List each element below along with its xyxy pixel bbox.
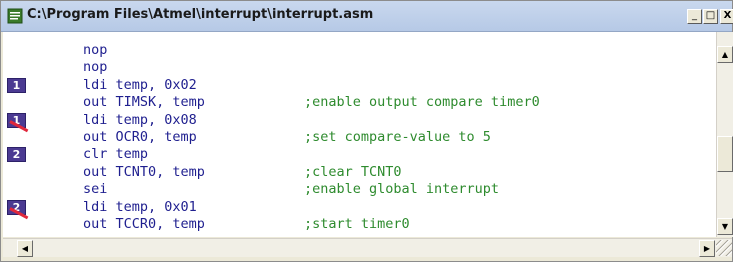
code-text: out TIMSK, temp [83,94,205,111]
arrow-down-icon: ▼ [721,222,729,231]
arrow-left-icon: ◀ [21,244,29,253]
code-text: out TCNT0, temp [83,163,205,180]
code-line: ldi temp, 0x02 [83,77,197,93]
arrow-right-icon: ▶ [703,244,711,253]
code-line: nop [83,59,107,75]
scroll-up-button[interactable]: ▲ [717,46,733,63]
code-text: ldi temp, 0x02 [83,76,197,93]
code-text: sei [83,181,108,198]
window-title: C:\Program Files\Atmel\interrupt\interru… [27,7,374,22]
code-text: out TCCR0, temp [83,216,205,232]
code-text: clr temp [83,146,149,163]
marker-number: 2 [12,148,21,162]
arrow-up-icon: ▲ [721,50,729,59]
vertical-scroll-thumb[interactable] [717,136,733,172]
breakpoint-marker-disabled[interactable]: 1 [7,112,29,132]
maximize-button[interactable]: □ [703,9,718,24]
title-bar[interactable]: C:\Program Files\Atmel\interrupt\interru… [1,1,733,32]
code-text: out OCR0, temp [83,129,197,145]
code-comment: ;set compare-value to 5 [304,129,491,145]
code-editor[interactable]: nop nop ldi temp, 0x02 1 out TIMSK, temp ;ena… [3,32,716,237]
code-text: ldi temp, 0x01 [83,198,197,215]
horizontal-scrollbar[interactable]: ◀ ▶ [3,238,732,257]
code-text: nop [83,59,108,76]
code-line: clr temp [83,146,148,162]
code-line: sei ;enable global interrupt [83,181,499,198]
scroll-right-button[interactable]: ▶ [699,240,715,257]
editor-window: C:\Program Files\Atmel\interrupt\interru… [0,0,733,262]
breakpoint-marker[interactable]: 1 [7,77,26,93]
breakpoint-marker[interactable]: 2 [7,147,26,163]
scroll-left-button[interactable]: ◀ [17,240,33,257]
code-line: nop [83,42,107,58]
document-icon [7,8,23,24]
code-comment: ;start timer0 [304,216,410,232]
code-text: ldi temp, 0x08 [83,111,197,128]
resize-grip-icon[interactable] [716,240,732,256]
code-line: ldi temp, 0x01 [83,199,197,215]
breakpoint-marker-disabled[interactable]: 2 [7,199,29,219]
code-line: out OCR0, temp ;set compare-value to 5 [83,129,491,145]
scroll-down-button[interactable]: ▼ [717,218,733,235]
code-comment: ;enable global interrupt [304,181,500,198]
marker-number: 1 [12,78,21,92]
code-line: out TCCR0, temp ;start timer0 [83,216,410,232]
code-text: nop [83,42,108,58]
close-button[interactable]: X [720,9,733,24]
code-comment: ;enable output compare timer0 [304,94,540,111]
code-line: out TIMSK, temp ;enable output compare ti… [83,94,540,111]
vertical-scrollbar[interactable]: ▲ ▼ [716,32,733,237]
code-line: ldi temp, 0x08 [83,112,197,128]
code-comment: ;clear TCNT0 [304,163,402,180]
minimize-button[interactable]: _ [687,9,702,24]
code-line: out TCNT0, temp ;clear TCNT0 [83,163,402,180]
